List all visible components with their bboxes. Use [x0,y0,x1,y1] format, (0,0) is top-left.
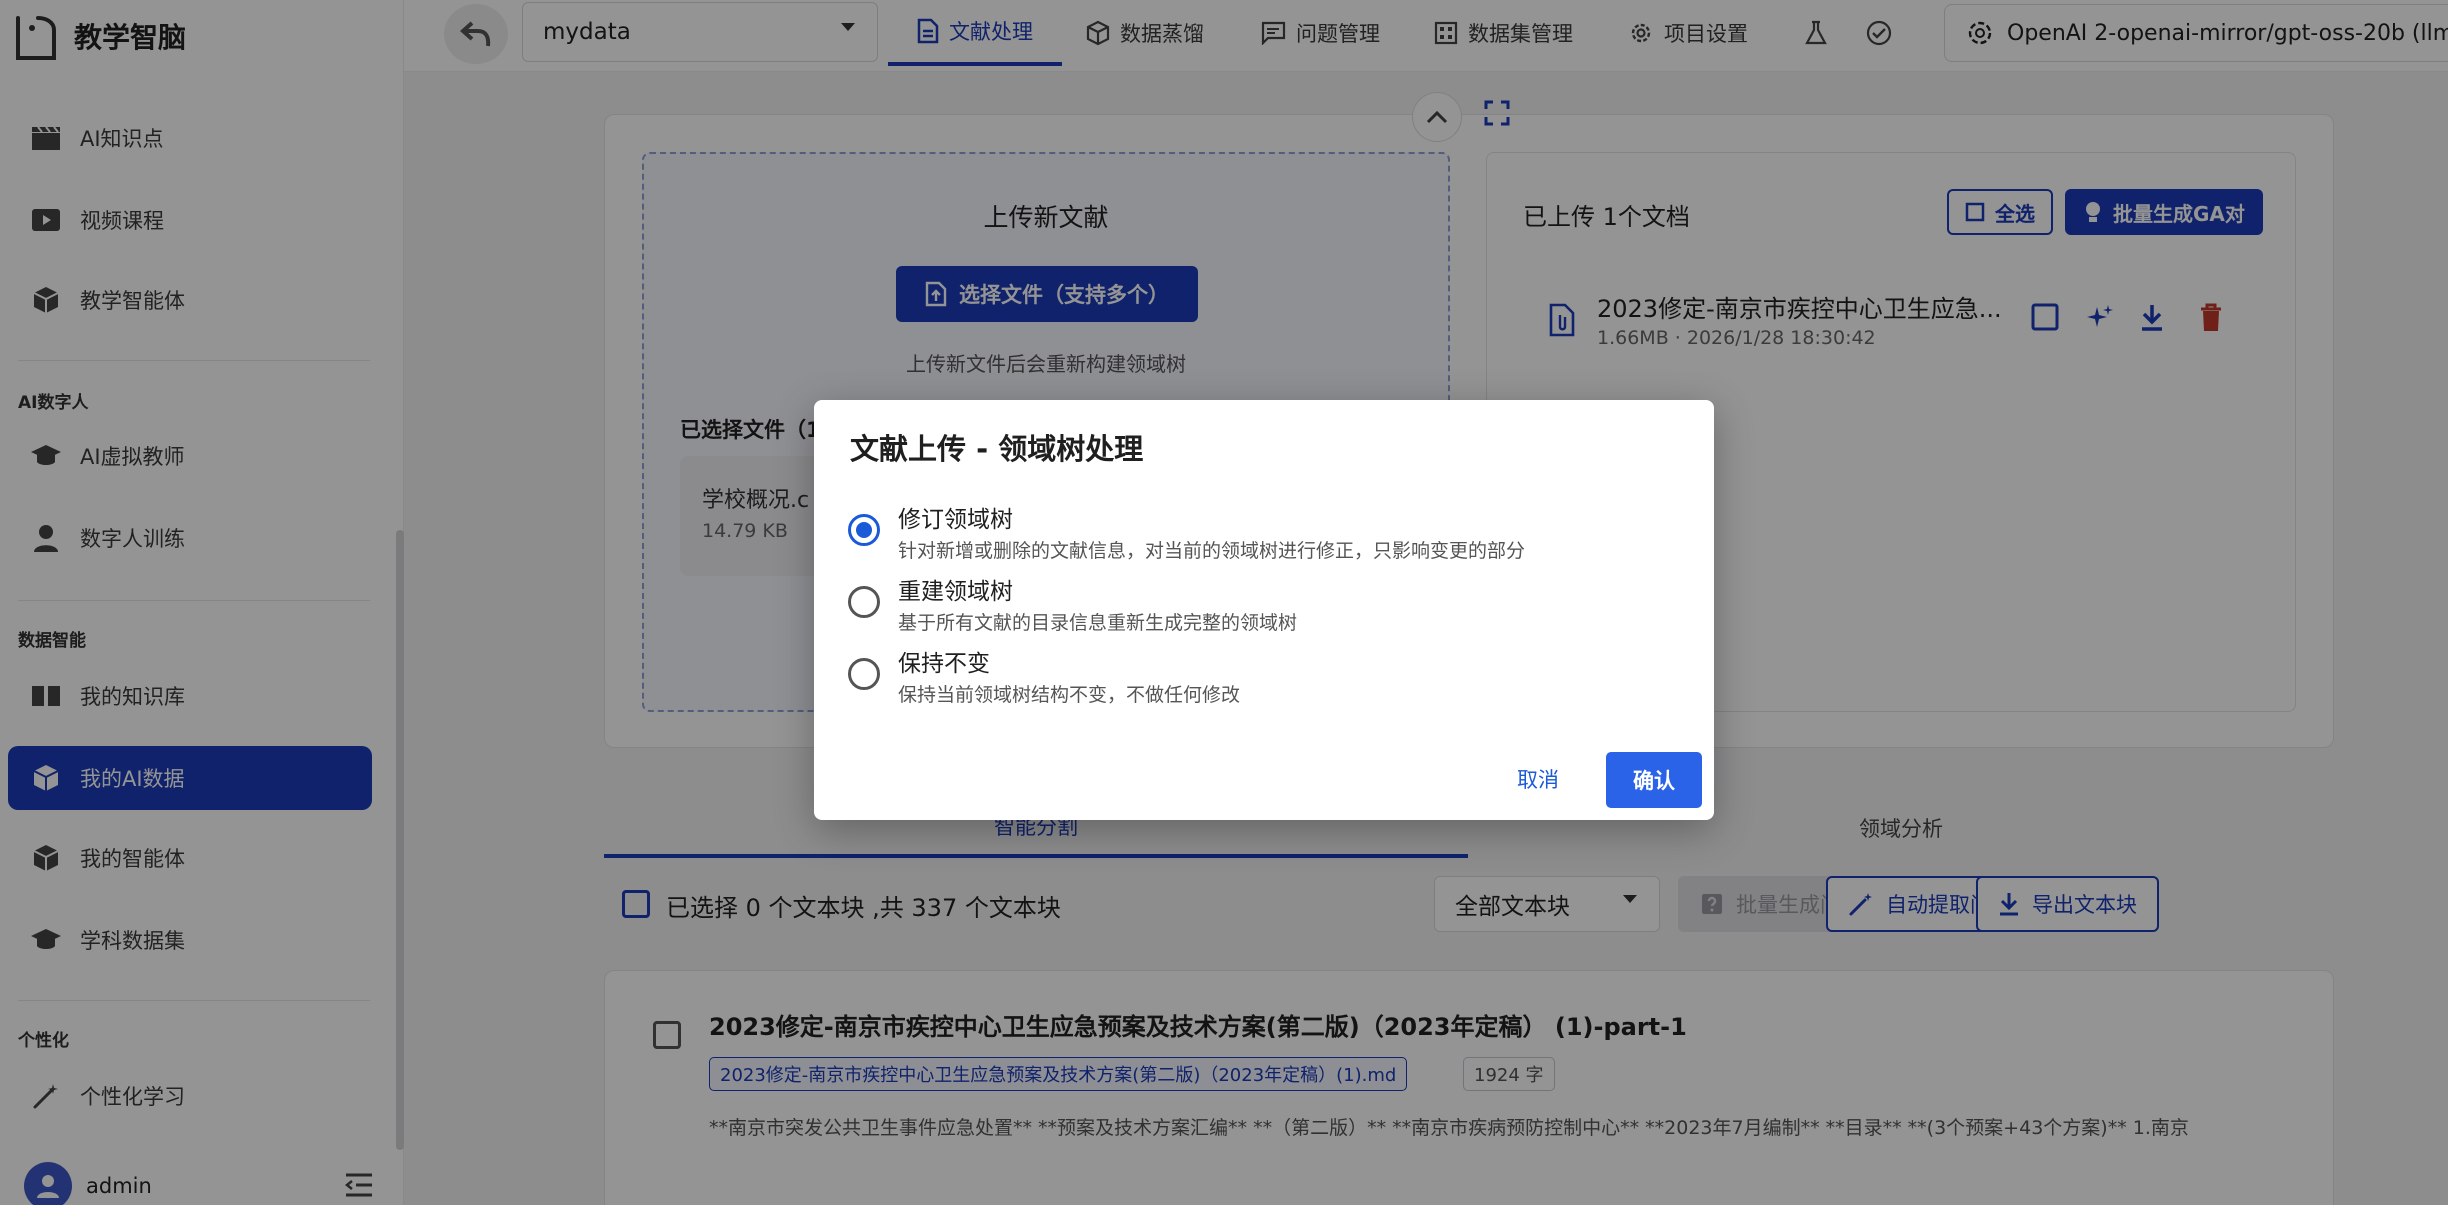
option-desc: 基于所有文献的目录信息重新生成完整的领域树 [898,612,1298,634]
option-title: 重建领域树 [898,579,1013,605]
option-revise-tree[interactable]: 修订领域树 针对新增或删除的文献信息，对当前的领域树进行修正，只影响变更的部分 [848,500,1668,570]
option-desc: 针对新增或删除的文献信息，对当前的领域树进行修正，只影响变更的部分 [898,540,1526,562]
domain-tree-dialog: 文献上传 - 领域树处理 修订领域树 针对新增或删除的文献信息，对当前的领域树进… [814,400,1714,820]
confirm-button[interactable]: 确认 [1606,752,1702,808]
radio-selected[interactable] [848,514,880,546]
dialog-title: 文献上传 - 领域树处理 [850,432,1144,466]
radio-unselected[interactable] [848,658,880,690]
radio-unselected[interactable] [848,586,880,618]
option-title: 保持不变 [898,651,990,677]
option-title: 修订领域树 [898,507,1013,533]
option-rebuild-tree[interactable]: 重建领域树 基于所有文献的目录信息重新生成完整的领域树 [848,572,1668,642]
option-keep-unchanged[interactable]: 保持不变 保持当前领域树结构不变，不做任何修改 [848,644,1668,714]
option-desc: 保持当前领域树结构不变，不做任何修改 [898,684,1241,706]
cancel-button[interactable]: 取消 [1498,754,1578,804]
